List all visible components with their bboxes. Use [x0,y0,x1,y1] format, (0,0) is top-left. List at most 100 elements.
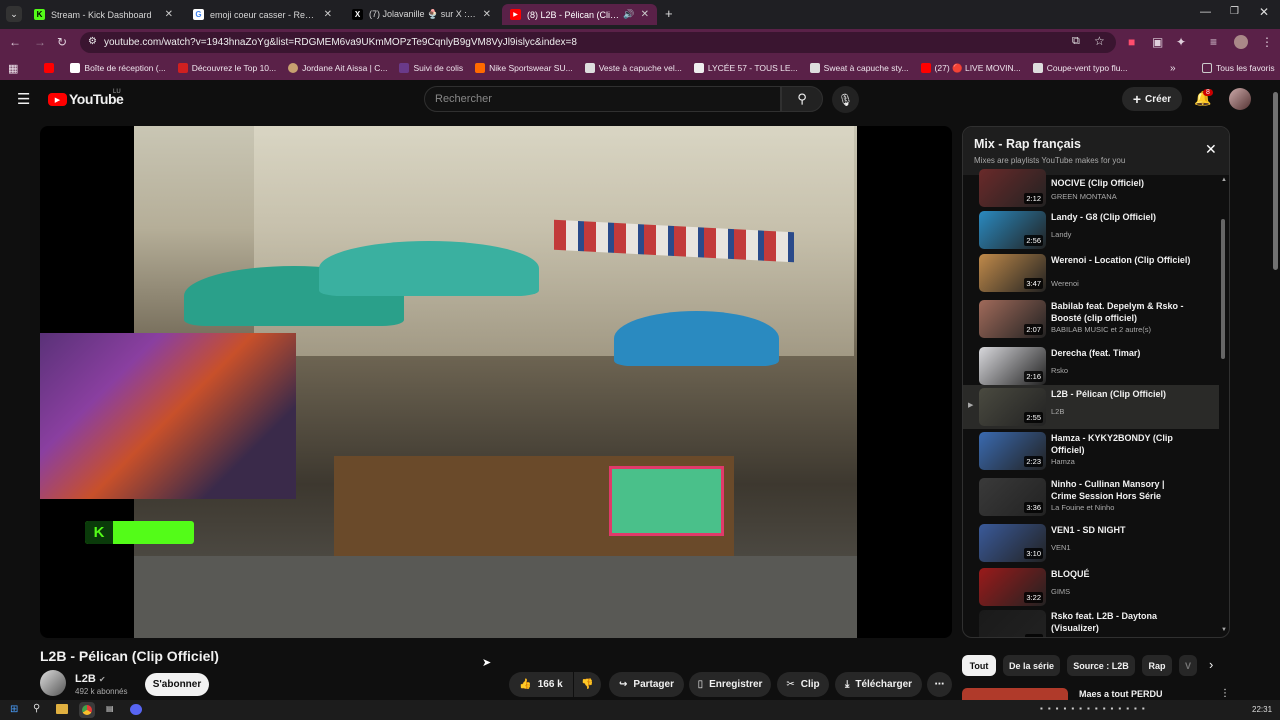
playlist-item-title[interactable]: Werenoi - Location (Clip Officiel) [1051,254,1191,266]
app-icon[interactable]: ▤ [106,704,114,713]
chip-series[interactable]: De la série [1003,655,1060,676]
playlist-item[interactable]: 2:12 NOCIVE (Clip Officiel) GREEN MONTANA [963,169,1219,208]
close-tab-icon[interactable]: ✕ [483,9,491,20]
clock[interactable]: 22:31 [1252,705,1272,714]
chevron-right-icon[interactable]: › [1209,657,1213,672]
playlist-thumbnail[interactable]: 2:56 [979,211,1046,249]
page-scrollbar-thumb[interactable] [1273,92,1278,270]
extension-icon[interactable]: ■ [1128,35,1135,49]
playlist-item-title[interactable]: Landy - G8 (Clip Officiel) [1051,211,1191,223]
playlist-item[interactable]: 3:11 Rsko feat. L2B - Daytona (Visualizer… [963,607,1219,637]
playlist-thumbnail[interactable]: 3:10 [979,524,1046,562]
dislike-button[interactable]: 👎 [574,672,601,697]
playlist-thumbnail[interactable]: 3:22 [979,568,1046,606]
playlist-thumbnail[interactable]: 3:36 [979,478,1046,516]
bookmark-live[interactable]: (27) 🔴 LIVE MOVIN... [920,63,1021,74]
bookmark-star-icon[interactable]: ☆ [1094,34,1105,48]
playlist-item[interactable]: 2:23 Hamza - KYKY2BONDY (Clip Officiel) Ha… [963,429,1219,473]
playlist-item-title[interactable]: Rsko feat. L2B - Daytona (Visualizer) [1051,610,1191,634]
bookmark-sweat[interactable]: Sweat à capuche sty... [809,63,909,73]
playlist-item[interactable]: 2:07 Babilab feat. Depelym & Rsko - Boost… [963,297,1219,341]
tab-kick-dashboard[interactable]: K Stream - Kick Dashboard ✕ [26,4,181,25]
playlist-item[interactable]: ▶ 2:55 L2B - Pélican (Clip Officiel) L2B [963,385,1219,429]
playlist-thumbnail[interactable]: 2:55 [979,388,1046,426]
site-info-icon[interactable]: ⚙ [88,36,97,47]
bookmark-gmail[interactable]: Boîte de réception (... [70,63,166,73]
search-button[interactable]: ⚲ [781,86,823,112]
scroll-up-icon[interactable]: ▲ [1221,177,1227,183]
tab-youtube-active[interactable]: ▶ (8) L2B - Pélican (Clip Offici 🔊 ✕ [502,4,657,25]
playlist-thumbnail[interactable]: 2:23 [979,432,1046,470]
more-actions-button[interactable]: ⋯ [927,672,952,697]
bookmark-coupe-vent[interactable]: Coupe-vent typo flu... [1032,63,1128,73]
close-playlist-icon[interactable]: ✕ [1205,141,1217,158]
playlist-thumbnail[interactable]: 3:47 [979,254,1046,292]
new-tab-icon[interactable]: + [665,6,673,21]
address-bar[interactable]: ⚙ youtube.com/watch?v=1943hnaZoYg&list=R… [80,32,1116,53]
browser-menu-icon[interactable]: ⋮ [1261,35,1273,49]
more-bookmarks-icon[interactable]: » [1170,63,1176,74]
discord-icon[interactable] [130,704,142,715]
next-video-title[interactable]: Maes a tout PERDU [1079,689,1163,699]
share-button[interactable]: ↪ Partager [609,672,684,697]
next-video-thumbnail[interactable] [962,688,1068,700]
chip-source[interactable]: Source : L2B [1067,655,1135,676]
windows-start-icon[interactable]: ⊞ [10,704,18,715]
reload-icon[interactable]: ↻ [57,35,67,49]
extension-icon[interactable]: ▣ [1152,35,1163,49]
search-input[interactable]: Rechercher [424,86,781,112]
playlist-scrollbar[interactable] [1221,219,1225,359]
bookmark-nike[interactable]: Nike Sportswear SU... [475,63,573,73]
bookmark-suivi-colis[interactable]: Suivi de colis [399,63,463,73]
back-icon[interactable]: ← [9,35,21,49]
playlist-item[interactable]: 2:56 Landy - G8 (Clip Officiel) Landy [963,208,1219,252]
minimize-icon[interactable]: — [1200,6,1211,18]
bookmark-youtube[interactable] [44,63,58,73]
tab-x-post[interactable]: X (7) Jolavanille 🍨 sur X : "JE SUIS ✕ [344,4,499,25]
video-player[interactable]: K [40,126,952,638]
playlist-item-title[interactable]: NOCIVE (Clip Officiel) [1051,177,1191,189]
forward-icon[interactable]: → [34,35,46,49]
save-button[interactable]: ▯ Enregistrer [689,672,771,697]
chip-more[interactable]: V [1179,655,1197,676]
taskbar-search-icon[interactable]: ⚲ [33,703,40,714]
speaker-icon[interactable]: 🔊 [623,9,634,20]
chip-rap[interactable]: Rap [1142,655,1172,676]
playlist-item[interactable]: 3:22 BLOQUÉ GIMS [963,565,1219,609]
close-tab-icon[interactable]: ✕ [324,9,332,20]
playlist-item[interactable]: 3:47 Werenoi - Location (Clip Officiel) We… [963,251,1219,295]
file-explorer-icon[interactable] [56,704,68,714]
close-tab-icon[interactable]: ✕ [165,9,173,20]
chrome-icon[interactable] [79,702,95,718]
youtube-logo-icon[interactable]: ▶ [48,93,67,106]
bookmark-jordane[interactable]: Jordane Ait Aissa | C... [288,63,387,73]
playlist-title[interactable]: Mix - Rap français [974,137,1081,151]
playlist-thumbnail[interactable]: 2:16 [979,347,1046,385]
media-control-icon[interactable]: ≡ [1210,35,1217,49]
subscribe-button[interactable]: S'abonner [145,673,209,696]
scroll-down-icon[interactable]: ▼ [1221,627,1227,633]
restore-icon[interactable]: ❐ [1230,6,1239,17]
playlist-item[interactable]: 2:16 Derecha (feat. Timar) Rsko [963,344,1219,388]
playlist-thumbnail[interactable]: 2:07 [979,300,1046,338]
playlist-thumbnail[interactable]: 3:11 [979,610,1046,637]
playlist-item-title[interactable]: L2B - Pélican (Clip Officiel) [1051,388,1191,400]
tab-google-search[interactable]: G emoji coeur casser - Recherche ✕ [185,4,340,25]
download-button[interactable]: ⤓ Télécharger [835,672,922,697]
apps-grid-icon[interactable]: ▦ [8,62,18,75]
bookmark-lycee[interactable]: LYCÉE 57 - TOUS LE... [693,63,798,73]
close-tab-icon[interactable]: ✕ [641,9,649,20]
playlist-item-title[interactable]: Ninho - Cullinan Mansory | Crime Session… [1051,478,1191,502]
more-vertical-icon[interactable]: ⋮ [1220,688,1230,699]
cast-icon[interactable]: ⧉ [1072,35,1080,48]
menu-hamburger-icon[interactable]: ☰ [17,90,30,108]
bookmark-veste[interactable]: Veste à capuche vel... [584,63,682,73]
bookmark-top10[interactable]: Découvrez le Top 10... [177,63,276,73]
account-avatar[interactable] [1229,88,1251,110]
playlist-thumbnail[interactable]: 2:12 [979,169,1046,207]
playlist-item[interactable]: 3:10 VEN1 - SD NIGHT VEN1 [963,521,1219,565]
page-scrollbar[interactable] [1271,80,1280,700]
channel-avatar[interactable] [40,670,66,696]
voice-search-button[interactable]: 🎙 [832,86,859,113]
extensions-puzzle-icon[interactable]: ✦ [1176,35,1186,49]
